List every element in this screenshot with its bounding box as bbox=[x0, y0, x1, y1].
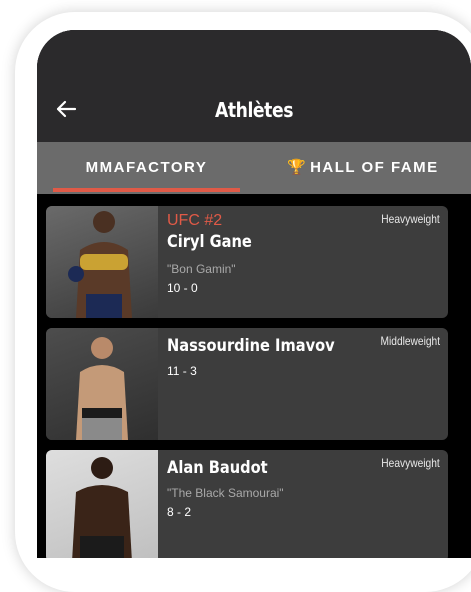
app-header: Athlètes bbox=[37, 30, 471, 142]
fighter-silhouette-icon bbox=[76, 337, 128, 440]
page-title: Athlètes bbox=[214, 98, 294, 122]
athlete-record: 11 - 3 bbox=[167, 364, 197, 378]
athlete-photo bbox=[46, 328, 158, 440]
athlete-weight-class: Middleweight bbox=[380, 334, 440, 348]
athlete-card-ciryl-gane[interactable]: UFC #2 Ciryl Gane "Bon Gamin" 10 - 0 Hea… bbox=[46, 206, 448, 318]
athlete-nickname: "Bon Gamin" bbox=[167, 262, 236, 276]
athlete-record: 8 - 2 bbox=[167, 505, 192, 519]
athlete-card-alan-baudot[interactable]: Alan Baudot "The Black Samourai" 8 - 2 H… bbox=[46, 450, 448, 558]
fighter-silhouette-icon bbox=[72, 457, 132, 558]
athlete-rank: UFC #2 bbox=[167, 212, 223, 229]
tab-hall-of-fame[interactable]: 🏆 HALL OF FAME bbox=[255, 142, 471, 194]
athlete-name: Ciryl Gane bbox=[167, 232, 252, 252]
active-tab-indicator bbox=[53, 188, 240, 192]
athlete-name: Nassourdine Imavov bbox=[167, 336, 335, 356]
athlete-photo bbox=[46, 206, 158, 318]
athlete-nickname: "The Black Samourai" bbox=[167, 486, 284, 500]
athlete-weight-class: Heavyweight bbox=[381, 212, 440, 226]
tab-hall-of-fame-label: HALL OF FAME bbox=[310, 159, 439, 176]
athlete-record: 10 - 0 bbox=[167, 281, 198, 295]
athlete-card-nassourdine-imavov[interactable]: Nassourdine Imavov 11 - 3 Middleweight bbox=[46, 328, 448, 440]
tab-mmafactory[interactable]: MMAFACTORY bbox=[53, 142, 240, 194]
trophy-icon: 🏆 bbox=[287, 159, 307, 176]
tab-bar: MMAFACTORY 🏆 HALL OF FAME bbox=[37, 142, 471, 194]
athlete-weight-class: Heavyweight bbox=[381, 456, 440, 470]
app-screen: Athlètes MMAFACTORY 🏆 HALL OF FAME UFC #2… bbox=[37, 30, 471, 558]
athlete-name: Alan Baudot bbox=[167, 458, 268, 478]
athlete-photo bbox=[46, 450, 158, 558]
fighter-silhouette-icon bbox=[68, 211, 132, 318]
